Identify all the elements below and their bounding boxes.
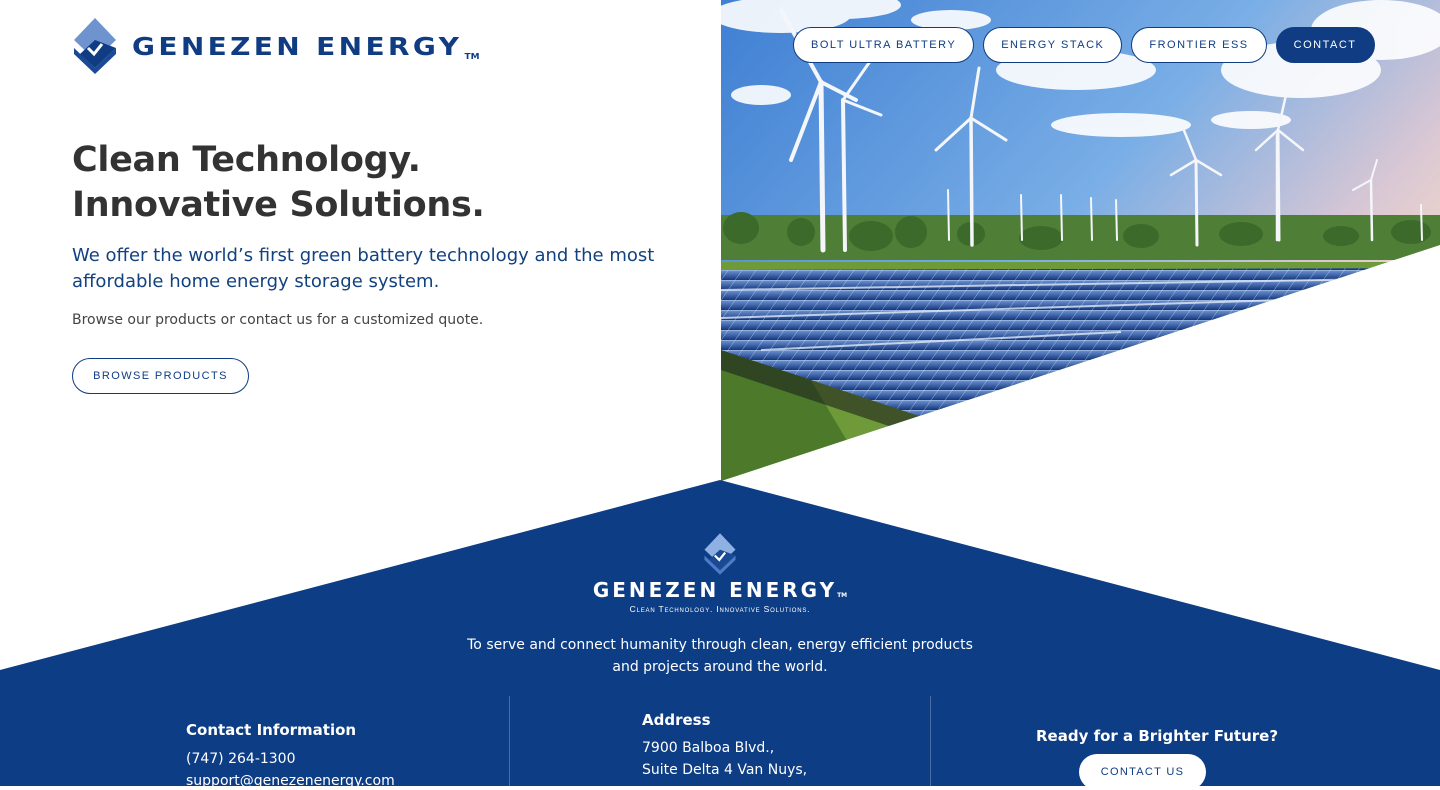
nav-frontier-ess[interactable]: FRONTIER ESS bbox=[1131, 27, 1267, 63]
footer-tagline: Clean Technology. Innovative Solutions. bbox=[629, 604, 811, 614]
contact-email[interactable]: support@genezenenergy.com bbox=[186, 773, 395, 789]
genezen-logo-icon bbox=[74, 18, 116, 74]
nav-bolt-ultra-battery[interactable]: BOLT ULTRA BATTERY bbox=[793, 27, 975, 63]
footer-wordmark: GENEZEN ENERGYTM bbox=[593, 578, 847, 602]
footer-divider bbox=[509, 696, 510, 786]
brand-name: GENEZEN ENERGY bbox=[132, 31, 463, 61]
contact-us-button[interactable]: CONTACT US bbox=[1079, 754, 1206, 790]
address-line1: 7900 Balboa Blvd., bbox=[642, 740, 775, 756]
hero-title-line2: Innovative Solutions. bbox=[72, 185, 485, 225]
address-title: Address bbox=[642, 711, 711, 729]
nav-contact[interactable]: CONTACT bbox=[1275, 27, 1375, 63]
footer-logo: GENEZEN ENERGYTM Clean Technology. Innov… bbox=[0, 532, 1440, 614]
mission-line1: To serve and connect humanity through cl… bbox=[467, 637, 973, 653]
contact-phone[interactable]: (747) 264-1300 bbox=[186, 751, 296, 767]
hero-title: Clean Technology. Innovative Solutions. bbox=[72, 138, 485, 228]
main-nav: BOLT ULTRA BATTERY ENERGY STACK FRONTIER… bbox=[793, 27, 1375, 63]
hero-image bbox=[721, 0, 1440, 481]
mission-statement: To serve and connect humanity through cl… bbox=[0, 634, 1440, 678]
brand-tm: TM bbox=[464, 51, 480, 61]
hero-subtext: Browse our products or contact us for a … bbox=[72, 312, 484, 328]
browse-products-button[interactable]: BROWSE PRODUCTS bbox=[72, 358, 249, 394]
brand-logo[interactable]: GENEZEN ENERGY TM bbox=[72, 18, 479, 74]
hero-lead: We offer the world’s first green battery… bbox=[72, 245, 655, 292]
address-line2: Suite Delta 4 Van Nuys, bbox=[642, 762, 808, 778]
footer-brand-tm: TM bbox=[837, 592, 848, 599]
footer-divider bbox=[930, 696, 931, 786]
brand-wordmark: GENEZEN ENERGY TM bbox=[132, 32, 479, 61]
nav-energy-stack[interactable]: ENERGY STACK bbox=[983, 27, 1123, 63]
mission-line2: and projects around the world. bbox=[612, 659, 828, 675]
footer-brand-name: GENEZEN ENERGY bbox=[592, 578, 838, 602]
hero-title-line1: Clean Technology. bbox=[72, 140, 421, 180]
contact-info-title: Contact Information bbox=[186, 721, 357, 739]
footer-logo-icon bbox=[704, 533, 736, 575]
cta-title: Ready for a Brighter Future? bbox=[1036, 727, 1279, 745]
